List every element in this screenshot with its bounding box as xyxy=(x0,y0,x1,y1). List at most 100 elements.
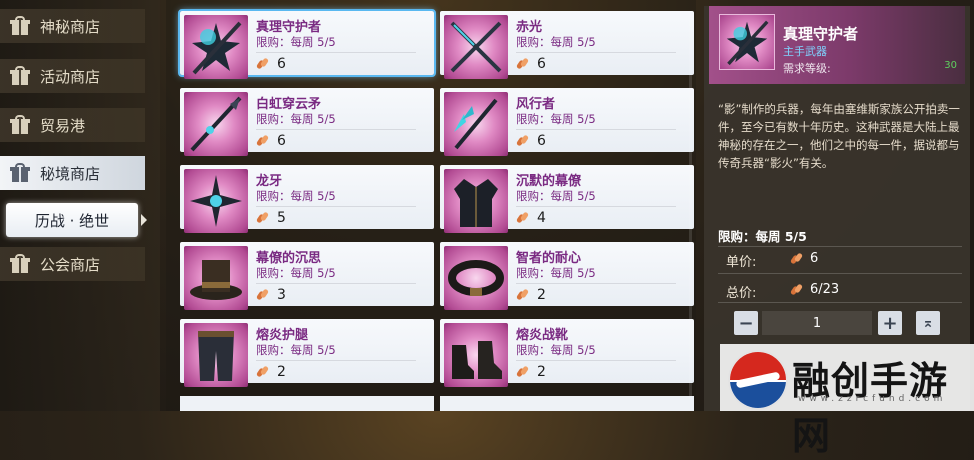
item-limit: 限购：每周 5/5 xyxy=(256,266,336,280)
sidebar-item-trade-port[interactable]: 贸易港 xyxy=(0,108,145,142)
item-limit: 限购：每周 5/5 xyxy=(516,189,596,203)
divider xyxy=(516,283,676,284)
item-price: 6 xyxy=(515,56,546,72)
item-card-rongyan-hutui[interactable]: 熔炎护腿 限购：每周 5/5 2 xyxy=(180,319,434,387)
item-name: 风行者 xyxy=(516,97,556,112)
top-hat-icon xyxy=(184,246,248,310)
coat-icon xyxy=(444,169,508,233)
item-limit: 限购：每周 5/5 xyxy=(256,189,336,203)
sidebar-item-label: 秘境商店 xyxy=(40,164,101,183)
item-name: 龙牙 xyxy=(256,174,283,189)
gift-icon xyxy=(10,16,32,36)
detail-purchase-limit: 限购：每周 5/5 xyxy=(718,229,807,244)
item-price: 4 xyxy=(515,210,546,226)
detail-item-type: 主手武器 xyxy=(783,45,827,58)
detail-header: 真理守护者 主手武器 需求等级: 30 xyxy=(709,6,965,84)
currency-shard-icon xyxy=(255,288,270,301)
detail-level: 30 xyxy=(944,60,957,71)
divider xyxy=(256,129,416,130)
spear-icon xyxy=(184,92,248,156)
item-card-baihong-chuanyunmao[interactable]: 白虹穿云矛 限购：每周 5/5 6 xyxy=(180,88,434,156)
sidebar-item-secret-realm-shop[interactable]: 秘境商店 xyxy=(0,156,145,190)
currency-shard-icon xyxy=(789,251,804,265)
belt-icon xyxy=(444,246,508,310)
crossed-swords-icon xyxy=(444,15,508,79)
scrollbar[interactable] xyxy=(689,14,692,399)
item-card-chenmo-de-muliao[interactable]: 沉默的幕僚 限购：每周 5/5 4 xyxy=(440,165,694,233)
currency-shard-icon xyxy=(255,134,270,147)
currency-shard-icon xyxy=(255,365,270,378)
item-price-value: 6 xyxy=(537,133,546,149)
currency-shard-icon xyxy=(515,57,530,70)
sidebar-subitem-lizhan-jueshi[interactable]: 历战 · 绝世 xyxy=(6,203,138,237)
item-price-value: 6 xyxy=(277,56,286,72)
currency-shard-icon xyxy=(255,57,270,70)
item-price-value: 6 xyxy=(277,133,286,149)
decrease-quantity-button[interactable]: − xyxy=(734,311,758,335)
increase-quantity-button[interactable]: + xyxy=(878,311,902,335)
sidebar-item-label: 贸易港 xyxy=(40,116,86,135)
total-price-label: 总价: xyxy=(726,286,757,301)
item-card-rongyan-zhanxue[interactable]: 熔炎战靴 限购：每周 5/5 2 xyxy=(440,319,694,387)
divider xyxy=(256,360,416,361)
item-price: 3 xyxy=(255,287,286,303)
divider xyxy=(718,246,962,247)
spiked-star-icon xyxy=(184,169,248,233)
watermark-url: www.zzrcfund.com xyxy=(798,394,947,404)
item-price: 2 xyxy=(515,287,546,303)
divider xyxy=(718,302,962,303)
item-name: 智者的耐心 xyxy=(516,251,582,266)
item-price-value: 5 xyxy=(277,210,286,226)
item-price-value: 2 xyxy=(277,364,286,380)
item-card-fengxingzhe[interactable]: 风行者 限购：每周 5/5 6 xyxy=(440,88,694,156)
site-watermark: 融创手游网 www.zzrcfund.com xyxy=(720,344,974,458)
sidebar-item-guild-shop[interactable]: 公会商店 xyxy=(0,247,145,281)
item-card-longya[interactable]: 龙牙 限购：每周 5/5 5 xyxy=(180,165,434,233)
total-price: 6/23 xyxy=(789,282,840,297)
leggings-icon xyxy=(184,323,248,387)
dark-star-weapon-icon xyxy=(184,15,248,79)
total-price-value: 6/23 xyxy=(810,282,840,297)
currency-shard-icon xyxy=(789,282,804,296)
divider xyxy=(256,52,416,53)
item-name: 熔炎护腿 xyxy=(256,328,309,343)
item-price-value: 2 xyxy=(537,364,546,380)
item-card-zhenli-shouhuzhe[interactable]: 真理守护者 限购：每周 5/5 6 xyxy=(178,9,436,79)
item-name: 幕僚的沉思 xyxy=(256,251,322,266)
item-card-muliao-de-chensi[interactable]: 幕僚的沉思 限购：每周 5/5 3 xyxy=(180,242,434,310)
currency-shard-icon xyxy=(515,288,530,301)
boots-icon xyxy=(444,323,508,387)
item-card-zhizhe-de-naixin[interactable]: 智者的耐心 限购：每周 5/5 2 xyxy=(440,242,694,310)
shop-sidebar: 神秘商店 活动商店 贸易港 秘境商店 历战 · 绝世 公会商店 xyxy=(0,0,160,411)
item-price: 2 xyxy=(515,364,546,380)
sidebar-subitem-label: 历战 · 绝世 xyxy=(34,211,110,230)
unit-price: 6 xyxy=(789,251,818,266)
item-name: 真理守护者 xyxy=(256,20,322,35)
site-logo-icon xyxy=(728,350,788,410)
divider xyxy=(516,360,676,361)
item-card-chiguang[interactable]: 赤光 限购：每周 5/5 6 xyxy=(440,11,694,79)
quantity-value[interactable]: 1 xyxy=(762,311,872,335)
item-card-partial[interactable] xyxy=(180,396,434,411)
divider xyxy=(516,52,676,53)
sidebar-item-event-shop[interactable]: 活动商店 xyxy=(0,59,145,93)
item-price: 2 xyxy=(255,364,286,380)
item-limit: 限购：每周 5/5 xyxy=(516,35,596,49)
item-card-partial[interactable] xyxy=(440,396,694,411)
currency-shard-icon xyxy=(515,365,530,378)
item-price: 6 xyxy=(515,133,546,149)
divider xyxy=(516,206,676,207)
divider xyxy=(718,273,962,274)
sidebar-item-mystery-shop[interactable]: 神秘商店 xyxy=(0,9,145,43)
item-price-value: 2 xyxy=(537,287,546,303)
item-price: 6 xyxy=(255,56,286,72)
item-limit: 限购：每周 5/5 xyxy=(516,266,596,280)
max-quantity-button[interactable]: ⌅ xyxy=(916,311,940,335)
item-limit: 限购：每周 5/5 xyxy=(256,112,336,126)
detail-requirement: 需求等级: xyxy=(783,62,831,75)
dark-star-weapon-icon xyxy=(719,14,775,70)
divider xyxy=(256,283,416,284)
unit-price-label: 单价: xyxy=(726,255,757,270)
detail-title: 真理守护者 xyxy=(783,25,859,43)
gift-icon xyxy=(10,163,32,183)
